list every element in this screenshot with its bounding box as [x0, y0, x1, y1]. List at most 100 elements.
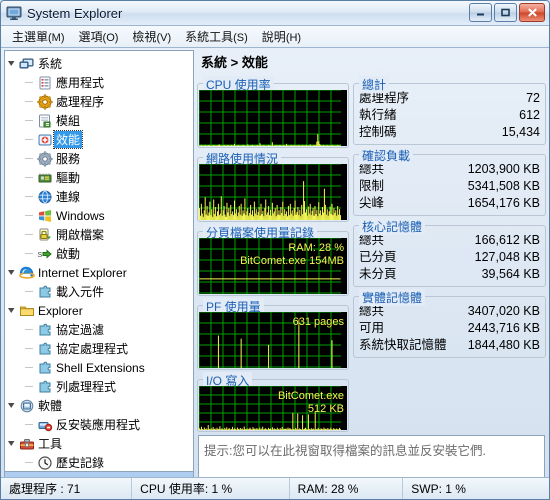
- tree-item-label: Explorer: [38, 303, 83, 318]
- tree-item-18[interactable]: 軟體: [5, 396, 193, 415]
- menu-item-1[interactable]: 選項(O): [72, 26, 126, 48]
- breadcrumb: 系統 > 效能: [201, 55, 268, 70]
- menu-item-label: 說明: [261, 29, 286, 44]
- tree-item-label: 工具: [38, 437, 63, 451]
- stat-row: 控制碼 15,434: [357, 124, 542, 141]
- startup-arrow-icon: S: [36, 246, 54, 262]
- tree-indent: [23, 116, 36, 125]
- tree-indent: [23, 154, 36, 163]
- tree-item-14[interactable]: 協定過濾: [5, 320, 193, 339]
- tree-item-label: 應用程式: [56, 76, 105, 90]
- stat-row: 執行緒 612: [357, 107, 542, 124]
- menu-item-mnemonic: (O): [102, 31, 119, 44]
- tree-item-16[interactable]: Shell Extensions: [5, 358, 193, 377]
- tree-indent: [23, 287, 36, 296]
- status-cell-3: SWP: 1 %: [411, 481, 466, 496]
- stat-value: 39,564 KB: [481, 267, 540, 281]
- tree-indent: [23, 325, 36, 334]
- menu-item-2[interactable]: 檢視(V): [125, 26, 178, 48]
- stat-rows: 總共 166,612 KB 已分頁 127,048 KB 未分頁 39,564 KB: [357, 228, 542, 283]
- module-icon: [36, 113, 54, 129]
- menu-item-0[interactable]: 主選單(M): [5, 26, 72, 48]
- graph-canvas-2: RAM: 28 % BitComet.exe 154MB: [199, 238, 347, 294]
- tree-item-3[interactable]: 模組: [5, 111, 193, 130]
- expand-triangle-icon[interactable]: [5, 306, 18, 315]
- driver-chip-icon: [36, 170, 54, 186]
- clock-icon: [36, 455, 54, 471]
- tree-item-1[interactable]: 應用程式: [5, 73, 193, 92]
- tree-item-17[interactable]: 列處理程式: [5, 377, 193, 396]
- stat-row: 限制 5341,508 KB: [357, 178, 542, 195]
- tree-item-2[interactable]: 處理程序: [5, 92, 193, 111]
- puzzle-icon: [36, 322, 54, 338]
- stat-caption: 總計: [359, 76, 390, 93]
- tree-indent: [23, 173, 36, 182]
- graph-group-3: PF 使用量 631 pages: [197, 298, 349, 370]
- tree-item-label: 協定處理程式: [56, 342, 129, 356]
- graph-overlay-label: BitComet.exe 154MB: [240, 255, 344, 267]
- expand-triangle-icon[interactable]: [5, 439, 18, 448]
- stat-value: 1844,480 KB: [467, 338, 540, 352]
- tree-item-13[interactable]: Explorer: [5, 301, 193, 320]
- tree-indent: [23, 78, 36, 87]
- puzzle-icon: [36, 379, 54, 395]
- stat-key: 未分頁: [359, 267, 397, 281]
- tree-item-8[interactable]: Windows: [5, 206, 193, 225]
- tree-indent: [23, 230, 36, 239]
- menu-item-label: 檢視: [132, 29, 157, 44]
- menu-item-4[interactable]: 說明(H): [255, 26, 308, 48]
- tree-item-11[interactable]: Internet Explorer: [5, 263, 193, 282]
- stat-group-3: 實體記憶體 總共 3407,020 KB 可用 2443,716 KB 系統快取記憶體 18…: [353, 289, 546, 358]
- stat-value: 1203,900 KB: [467, 162, 540, 176]
- graph-overlay-label: 631 pages: [292, 316, 344, 328]
- tree-indent: [23, 458, 36, 467]
- tree-item-7[interactable]: 連線: [5, 187, 193, 206]
- tree-item-0[interactable]: 系統: [5, 54, 193, 73]
- tree-item-label: 連線: [56, 190, 81, 204]
- tree-item-10[interactable]: S 啟動: [5, 244, 193, 263]
- graph-group-4: I/O 寫入 BitComet.exe 512 KB: [197, 372, 349, 432]
- close-button[interactable]: [519, 3, 545, 22]
- svg-text:S: S: [38, 252, 43, 259]
- expand-triangle-icon[interactable]: [5, 59, 18, 68]
- menu-item-3[interactable]: 系統工具(S): [178, 26, 255, 48]
- stat-key: 已分頁: [359, 250, 397, 264]
- tree-item-5[interactable]: 服務: [5, 149, 193, 168]
- tree-item-9[interactable]: 開啟檔案: [5, 225, 193, 244]
- tree-item-21[interactable]: 歷史記錄: [5, 453, 193, 471]
- navigation-tree[interactable]: 系統應用程式處理程序 模組 效能服務驅動連線 Windows 開啟檔案 S 啟動 Intern…: [4, 50, 194, 472]
- menu-item-mnemonic: (H): [285, 31, 302, 44]
- tree-item-label: 效能: [52, 130, 84, 149]
- graph-canvas-1: [199, 164, 347, 220]
- tree-item-15[interactable]: 協定處理程式: [5, 339, 193, 358]
- performance-panes: CPU 使用率 網路使用情況 分頁檔案使用量記錄 RAM: 28 % BitComet.…: [197, 74, 546, 432]
- tree-item-label: 開啟檔案: [56, 228, 105, 242]
- service-gear-icon: [36, 150, 54, 167]
- tree-item-4[interactable]: 效能: [5, 130, 193, 149]
- tree-item-19[interactable]: 反安裝應用程式: [5, 415, 193, 434]
- system-explorer-window: System Explorer 主選單(M) 選項(O) 檢視(V) 系統工具(S) 說…: [0, 0, 550, 500]
- tree-item-6[interactable]: 驅動: [5, 168, 193, 187]
- graph-overlay-label: BitComet.exe: [277, 390, 344, 402]
- expand-triangle-icon[interactable]: [5, 268, 18, 277]
- folder-icon: [18, 303, 36, 319]
- tree-item-label: 服務: [56, 152, 81, 166]
- tree-indent: [23, 344, 36, 353]
- expand-triangle-icon[interactable]: [5, 401, 18, 410]
- menu-bar: 主選單(M) 選項(O) 檢視(V) 系統工具(S) 說明(H): [1, 26, 549, 48]
- tree-item-12[interactable]: 載入元件: [5, 282, 193, 301]
- menu-item-mnemonic: (V): [156, 31, 172, 44]
- toolbox-icon: [18, 436, 36, 452]
- stat-value: 1654,176 KB: [467, 196, 540, 210]
- stat-value: 72: [526, 91, 540, 105]
- maximize-button[interactable]: [494, 3, 517, 22]
- minimize-button[interactable]: [469, 3, 492, 22]
- tree-item-20[interactable]: 工具: [5, 434, 193, 453]
- window-controls: [469, 3, 545, 22]
- tree-indent: [23, 211, 36, 220]
- tree-item-label: Windows: [56, 208, 105, 223]
- tree-indent: [23, 135, 36, 144]
- tree-item-label: 驅動: [56, 171, 81, 185]
- graph-column: CPU 使用率 網路使用情況 分頁檔案使用量記錄 RAM: 28 % BitComet.…: [197, 74, 349, 432]
- graph-canvas-0: [199, 90, 347, 146]
